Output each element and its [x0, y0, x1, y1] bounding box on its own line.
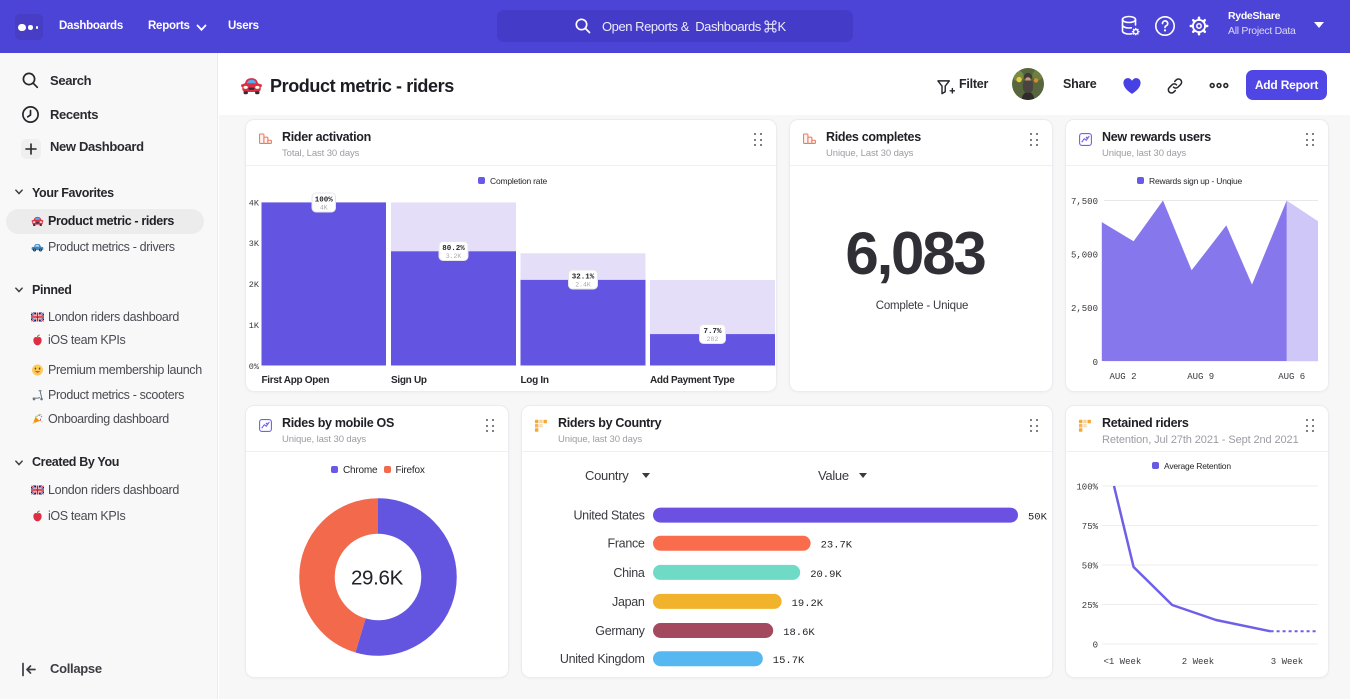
- svg-text:Log In: Log In: [521, 375, 549, 386]
- svg-text:80.2%: 80.2%: [442, 245, 465, 253]
- svg-text:2.4K: 2.4K: [575, 282, 591, 289]
- svg-text:1K: 1K: [249, 321, 260, 331]
- svg-text:0%: 0%: [249, 362, 260, 372]
- svg-text:7,500: 7,500: [1071, 197, 1098, 207]
- svg-text:United Kingdom: United Kingdom: [560, 652, 645, 666]
- svg-text:18.6K: 18.6K: [783, 627, 815, 639]
- svg-text:Japan: Japan: [612, 595, 645, 609]
- svg-text:0: 0: [1093, 358, 1098, 368]
- svg-text:23.7K: 23.7K: [821, 540, 853, 552]
- svg-text:AUG 6: AUG 6: [1278, 372, 1305, 382]
- svg-text:100%: 100%: [315, 197, 334, 205]
- svg-text:0: 0: [1093, 641, 1098, 651]
- svg-text:AUG 9: AUG 9: [1187, 372, 1214, 382]
- svg-text:AUG 2: AUG 2: [1109, 372, 1136, 382]
- svg-text:15.7K: 15.7K: [773, 655, 805, 667]
- svg-text:5,000: 5,000: [1071, 251, 1098, 261]
- svg-text:75%: 75%: [1082, 522, 1099, 532]
- svg-text:2K: 2K: [249, 280, 260, 290]
- svg-text:Value: Value: [818, 468, 849, 483]
- svg-text:France: France: [607, 537, 644, 551]
- svg-text:29.6K: 29.6K: [351, 567, 404, 590]
- svg-text:Germany: Germany: [595, 624, 645, 638]
- svg-text:China: China: [613, 566, 645, 580]
- svg-text:19.2K: 19.2K: [792, 598, 824, 610]
- svg-text:2,500: 2,500: [1071, 304, 1098, 314]
- svg-text:50%: 50%: [1082, 562, 1099, 572]
- svg-text:United States: United States: [573, 509, 644, 523]
- svg-text:25%: 25%: [1082, 601, 1099, 611]
- svg-text:32.1%: 32.1%: [572, 274, 595, 282]
- svg-text:4K: 4K: [320, 205, 328, 212]
- svg-text:3 Week: 3 Week: [1271, 657, 1303, 667]
- svg-text:7.7%: 7.7%: [703, 328, 722, 336]
- svg-text:Sign Up: Sign Up: [391, 375, 427, 386]
- svg-text:20.9K: 20.9K: [810, 569, 842, 581]
- svg-text:50K: 50K: [1028, 512, 1048, 524]
- svg-text:Country: Country: [585, 468, 629, 483]
- svg-text:282: 282: [707, 336, 719, 343]
- svg-text:<1 Week: <1 Week: [1103, 657, 1141, 667]
- svg-text:First App Open: First App Open: [262, 375, 330, 386]
- svg-text:100%: 100%: [1076, 483, 1098, 493]
- svg-text:Add Payment Type: Add Payment Type: [650, 375, 735, 386]
- svg-text:3K: 3K: [249, 239, 260, 249]
- svg-text:4K: 4K: [249, 199, 260, 209]
- svg-text:2 Week: 2 Week: [1182, 657, 1214, 667]
- svg-text:3.2K: 3.2K: [446, 253, 462, 260]
